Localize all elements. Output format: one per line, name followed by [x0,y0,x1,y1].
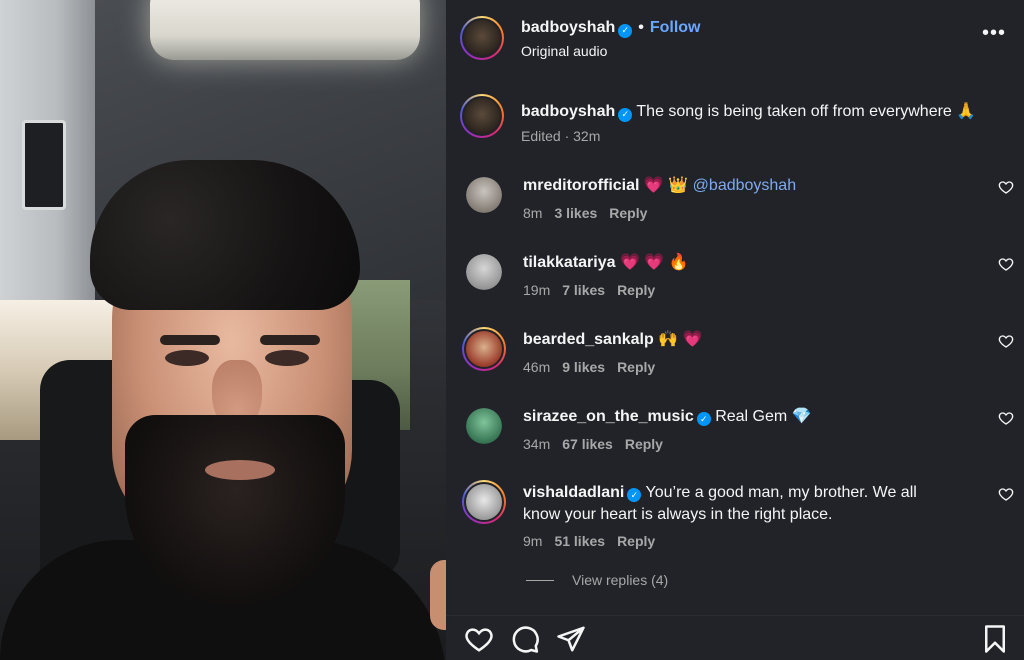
comment-text: bearded_sankalp 🙌 💗 [523,329,953,351]
comment-time: 19m [523,282,551,298]
like-comment-heart-icon[interactable] [998,179,1014,195]
caption-username[interactable]: badboyshah [521,103,615,120]
comment-username[interactable]: tilakkatariya [523,254,616,271]
cabin-light [22,120,66,210]
comment-time: 8m [523,205,543,221]
replies-divider [526,579,554,581]
author-avatar[interactable] [460,16,504,60]
heart-icon[interactable] [464,624,494,654]
reply-button[interactable]: Reply [617,282,655,298]
commenter-avatar[interactable] [466,177,502,213]
person-lips [205,460,275,480]
author-username[interactable]: badboyshah [521,19,615,36]
left-eyebrow [160,335,220,345]
verified-badge-icon: ✓ [618,23,633,38]
view-replies-label: View replies (4) [572,572,669,588]
person-hand [430,560,446,630]
comment-likes[interactable]: 3 likes [554,205,597,221]
action-bar [446,615,1024,660]
reply-button[interactable]: Reply [625,436,663,452]
right-eye [265,350,309,366]
comment-body: Real Gem 💎 [715,408,812,425]
comment-mention[interactable]: @badboyshah [693,177,796,194]
comment-time: 9m [523,533,543,549]
comment-time: 34m [523,436,551,452]
sunroof [150,0,420,60]
like-comment-heart-icon[interactable] [998,256,1014,272]
reply-button[interactable]: Reply [617,533,655,549]
send-icon[interactable] [556,624,586,654]
like-comment-heart-icon[interactable] [998,486,1014,502]
more-options-icon[interactable]: ••• [982,22,1006,45]
post-video[interactable] [0,0,446,660]
comment-username[interactable]: bearded_sankalp [523,331,654,348]
comment-text: mreditorofficial 💗 👑 @badboyshah [523,175,953,197]
comment-time: 46m [523,359,551,375]
comment-meta: 19m 7 likes Reply [523,282,667,298]
comment-bubble-icon[interactable] [510,624,540,654]
comment-meta: 8m 3 likes Reply [523,205,659,221]
verified-badge-icon: ✓ [618,107,633,122]
verified-badge-icon: ✓ [627,488,642,502]
comment-username[interactable]: sirazee_on_the_music [523,408,694,425]
comment-likes[interactable]: 67 likes [562,436,613,452]
follow-button[interactable]: Follow [650,19,701,36]
comment-meta: 9m 51 likes Reply [523,533,667,549]
comment-likes[interactable]: 51 likes [554,533,605,549]
right-eyebrow [260,335,320,345]
comment-meta: 46m 9 likes Reply [523,359,667,375]
left-eye [165,350,209,366]
comment-username[interactable]: vishaldadlani [523,484,624,501]
comment-text: vishaldadlani ✓ You’re a good man, my bro… [523,482,953,526]
comment-meta: 34m 67 likes Reply [523,436,675,452]
verified-badge-icon: ✓ [696,412,711,426]
caption-avatar[interactable] [460,94,504,138]
comment-likes[interactable]: 7 likes [562,282,605,298]
caption-meta: Edited · 32m [521,128,601,144]
comment-text: sirazee_on_the_music ✓ Real Gem 💎 [523,406,953,428]
comment-body: 💗 👑 [643,177,689,194]
reply-button[interactable]: Reply [609,205,647,221]
bookmark-icon[interactable] [980,624,1010,654]
separator-dot: • [638,19,644,36]
like-comment-heart-icon[interactable] [998,410,1014,426]
like-comment-heart-icon[interactable] [998,333,1014,349]
audio-link[interactable]: Original audio [521,43,607,59]
comment-text: tilakkatariya 💗 💗 🔥 [523,252,953,274]
commenter-avatar[interactable] [462,480,506,524]
reply-button[interactable]: Reply [617,359,655,375]
post-header: badboyshah ✓ • Follow Original audio [460,16,1010,62]
commenter-avatar[interactable] [466,254,502,290]
comment-body: 💗 💗 🔥 [619,254,689,271]
comment-username[interactable]: mreditorofficial [523,177,639,194]
caption-text-line: badboyshah ✓ The song is being taken off … [521,101,976,122]
comment-body: 🙌 💗 [658,331,703,348]
post-details-panel: badboyshah ✓ • Follow Original audio ••• ba… [446,0,1024,660]
commenter-avatar[interactable] [466,408,502,444]
view-replies-button[interactable]: View replies (4) [526,572,668,588]
caption-text: The song is being taken off from everywh… [636,103,977,120]
author-line: badboyshah ✓ • Follow [521,19,701,38]
comment-likes[interactable]: 9 likes [562,359,605,375]
commenter-avatar[interactable] [462,327,506,371]
